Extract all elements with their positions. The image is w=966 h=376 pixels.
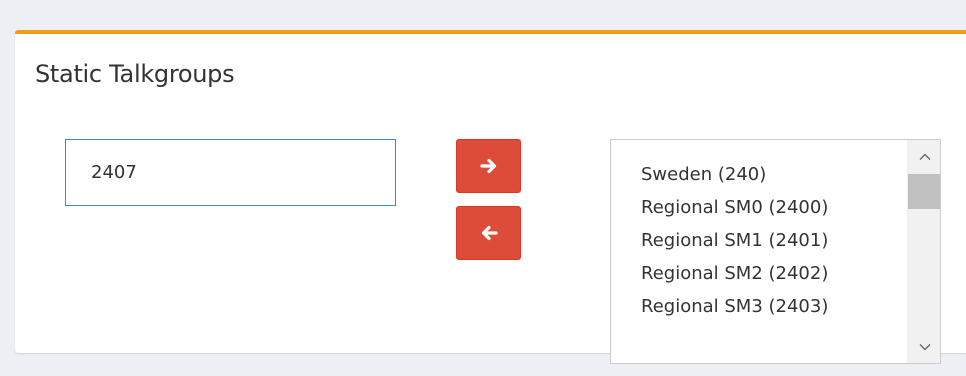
list-item[interactable]: Sweden (240) xyxy=(641,158,828,191)
list-item[interactable]: Regional SM3 (2403) xyxy=(641,290,828,323)
add-talkgroup-button[interactable] xyxy=(456,139,521,193)
talkgroup-input[interactable] xyxy=(65,139,396,206)
list-scrollbar[interactable] xyxy=(907,140,940,363)
remove-talkgroup-button[interactable] xyxy=(456,206,521,260)
panel-title: Static Talkgroups xyxy=(35,60,235,88)
scroll-thumb[interactable] xyxy=(908,174,940,209)
static-talkgroups-panel: Static Talkgroups Sweden (240) Regional … xyxy=(15,30,966,364)
arrow-right-icon xyxy=(479,157,498,175)
chevron-up-icon[interactable] xyxy=(908,140,940,173)
chevron-down-icon[interactable] xyxy=(908,330,940,363)
list-item[interactable]: Regional SM1 (2401) xyxy=(641,224,828,257)
list-item[interactable]: Regional SM0 (2400) xyxy=(641,191,828,224)
arrow-left-icon xyxy=(480,224,498,242)
list-item[interactable]: Regional SM2 (2402) xyxy=(641,257,828,290)
talkgroup-list[interactable]: Sweden (240) Regional SM0 (2400) Regiona… xyxy=(610,139,941,364)
